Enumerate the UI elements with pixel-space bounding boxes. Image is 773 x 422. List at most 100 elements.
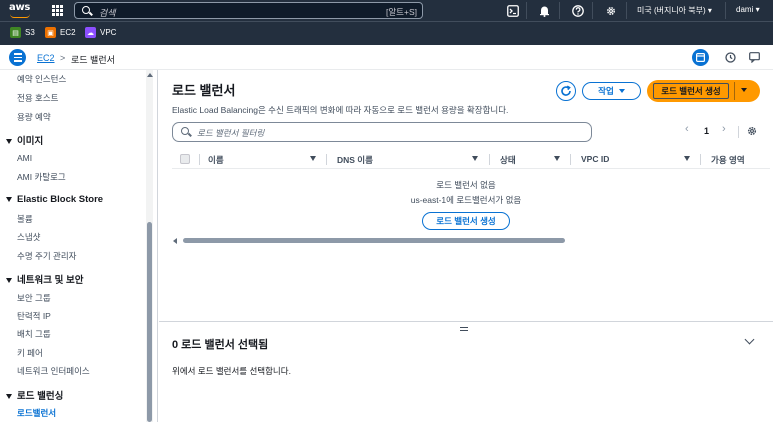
chevron-down-icon[interactable] xyxy=(744,334,755,345)
column-divider xyxy=(570,154,571,165)
create-load-balancer-button[interactable]: 로드 밸런서 생성 xyxy=(647,80,760,102)
load-balancer-filter-input[interactable]: 로드 밸런서 필터링 xyxy=(172,122,592,142)
search-placeholder: 검색 xyxy=(99,8,116,18)
table-preferences-gear-icon[interactable] xyxy=(746,125,758,139)
sidebar-item-reserved-instances[interactable]: 예약 인스턴스 xyxy=(17,73,66,85)
top-navigation: aws 검색 [알트+S] 미국 (버지니아 북부) ▾ dami ▾ xyxy=(0,0,773,21)
split-panel: 0 로드 밸런서 선택됨 위에서 로드 밸런서를 선택합니다. xyxy=(159,321,773,422)
sidebar-item-dedicated-hosts[interactable]: 전용 호스트 xyxy=(17,92,58,104)
sidebar-item-ami-catalog[interactable]: AMI 카탈로그 xyxy=(17,171,66,183)
pagination-next-icon[interactable]: › xyxy=(722,123,726,135)
create-load-balancer-label: 로드 밸런서 생성 xyxy=(653,83,729,99)
sidebar-item-ami[interactable]: AMI xyxy=(17,153,32,163)
favorite-label: EC2 xyxy=(60,28,76,37)
sidebar-item-capacity-reservations[interactable]: 용량 예약 xyxy=(17,111,51,123)
sort-caret-icon[interactable] xyxy=(554,156,560,161)
services-grid-icon[interactable] xyxy=(52,5,63,16)
favorite-s3[interactable]: ▤ S3 xyxy=(10,27,35,38)
aws-logo-text: aws xyxy=(9,2,31,13)
sidebar-section-load-balancing[interactable]: 로드 밸런싱 xyxy=(6,388,63,402)
pagination-prev-icon[interactable]: ‹ xyxy=(685,123,689,135)
sidebar-item-placement-groups[interactable]: 배치 그룹 xyxy=(17,328,51,340)
breadcrumb-separator: > xyxy=(60,53,66,63)
sidebar-item-lifecycle-manager[interactable]: 수명 주기 관리자 xyxy=(17,250,76,262)
pagination-page-number[interactable]: 1 xyxy=(704,126,709,136)
side-nav-toggle-icon[interactable] xyxy=(9,49,26,66)
nav-divider xyxy=(559,2,560,19)
expand-triangle-icon xyxy=(6,196,12,202)
favorite-label: S3 xyxy=(25,28,35,37)
account-menu[interactable]: dami ▾ xyxy=(736,5,760,14)
sidebar-section-images[interactable]: 이미지 xyxy=(6,133,43,147)
refresh-button[interactable] xyxy=(556,81,576,101)
sidebar-section-ebs[interactable]: Elastic Block Store xyxy=(6,194,103,205)
scroll-up-arrow-icon[interactable] xyxy=(147,73,153,77)
cloudshell-icon[interactable] xyxy=(505,3,520,18)
scroll-left-arrow-icon[interactable] xyxy=(173,238,177,244)
sidebar-item-key-pairs[interactable]: 키 페어 xyxy=(17,347,43,359)
sidebar-scrollbar-thumb[interactable] xyxy=(147,222,152,422)
favorite-vpc[interactable]: ☁ VPC xyxy=(85,27,116,38)
aws-logo[interactable]: aws xyxy=(9,2,33,19)
filter-placeholder: 로드 밸런서 필터링 xyxy=(197,128,265,138)
sidebar-item-elastic-ips[interactable]: 탄력적 IP xyxy=(17,310,51,322)
ec2-chip-icon: ▣ xyxy=(45,27,56,38)
nav-divider xyxy=(592,2,593,19)
favorite-label: VPC xyxy=(100,28,117,37)
split-panel-message: 위에서 로드 밸런서를 선택합니다. xyxy=(172,366,291,376)
sidebar-item-volumes[interactable]: 볼륨 xyxy=(17,213,33,225)
actions-button[interactable]: 작업 xyxy=(582,82,641,100)
sidebar-item-security-groups[interactable]: 보안 그룹 xyxy=(17,292,51,304)
search-shortcut: [알트+S] xyxy=(386,7,417,17)
column-divider xyxy=(489,154,490,165)
split-divider xyxy=(734,82,735,100)
refresh-icon xyxy=(561,85,571,96)
vpc-cloud-icon: ☁ xyxy=(85,27,96,38)
caret-down-icon xyxy=(618,89,625,93)
column-header-availability-zones[interactable]: 가용 영역 xyxy=(711,154,745,166)
sort-caret-icon[interactable] xyxy=(684,156,690,161)
sort-caret-icon[interactable] xyxy=(310,156,316,161)
nav-divider xyxy=(725,2,726,19)
sidebar-section-network-security[interactable]: 네트워크 및 보안 xyxy=(6,272,83,286)
feedback-icon[interactable] xyxy=(747,50,762,65)
empty-create-load-balancer-button[interactable]: 로드 밸런서 생성 xyxy=(422,212,510,230)
column-divider xyxy=(700,154,701,165)
column-header-state[interactable]: 상태 xyxy=(500,154,516,166)
search-input[interactable]: 검색 [알트+S] xyxy=(74,2,423,19)
select-all-checkbox[interactable] xyxy=(180,154,190,164)
sort-caret-icon[interactable] xyxy=(472,156,478,161)
sidebar-item-network-interfaces[interactable]: 네트워크 인터페이스 xyxy=(17,365,90,377)
table-horizontal-scrollbar[interactable] xyxy=(183,238,565,243)
aws-smile-icon xyxy=(10,14,30,18)
info-panel-icon[interactable] xyxy=(692,49,709,66)
caret-down-icon[interactable] xyxy=(741,88,747,92)
actions-label: 작업 xyxy=(598,86,614,96)
notifications-bell-icon[interactable] xyxy=(537,3,552,18)
search-icon xyxy=(82,6,90,14)
column-header-name[interactable]: 이름 xyxy=(208,154,224,166)
favorite-ec2[interactable]: ▣ EC2 xyxy=(45,27,76,38)
column-divider xyxy=(326,154,327,165)
split-panel-title: 0 로드 밸런서 선택됨 xyxy=(172,339,269,351)
search-icon xyxy=(181,127,189,135)
table-header-divider xyxy=(172,168,770,169)
expand-triangle-icon xyxy=(6,393,12,399)
nav-divider xyxy=(526,2,527,19)
expand-triangle-icon xyxy=(6,138,12,144)
sidebar-item-snapshots[interactable]: 스냅샷 xyxy=(17,231,40,243)
region-selector[interactable]: 미국 (버지니아 북부) ▾ xyxy=(637,5,712,16)
column-header-dns-name[interactable]: DNS 이름 xyxy=(337,154,373,166)
sidebar-item-load-balancers[interactable]: 로드밸런서 xyxy=(17,407,56,419)
breadcrumb-bar: EC2 > 로드 밸런서 xyxy=(0,45,773,70)
nav-divider xyxy=(626,2,627,19)
column-header-vpc-id[interactable]: VPC ID xyxy=(581,154,609,164)
help-icon[interactable] xyxy=(570,3,585,18)
pagination-divider xyxy=(738,126,739,138)
settings-gear-icon[interactable] xyxy=(603,3,618,18)
resize-handle-icon[interactable] xyxy=(460,327,468,331)
breadcrumb-current: 로드 밸런서 xyxy=(71,55,115,65)
history-clock-icon[interactable] xyxy=(723,50,738,65)
breadcrumb-ec2[interactable]: EC2 xyxy=(37,53,55,63)
s3-bucket-icon: ▤ xyxy=(10,27,21,38)
